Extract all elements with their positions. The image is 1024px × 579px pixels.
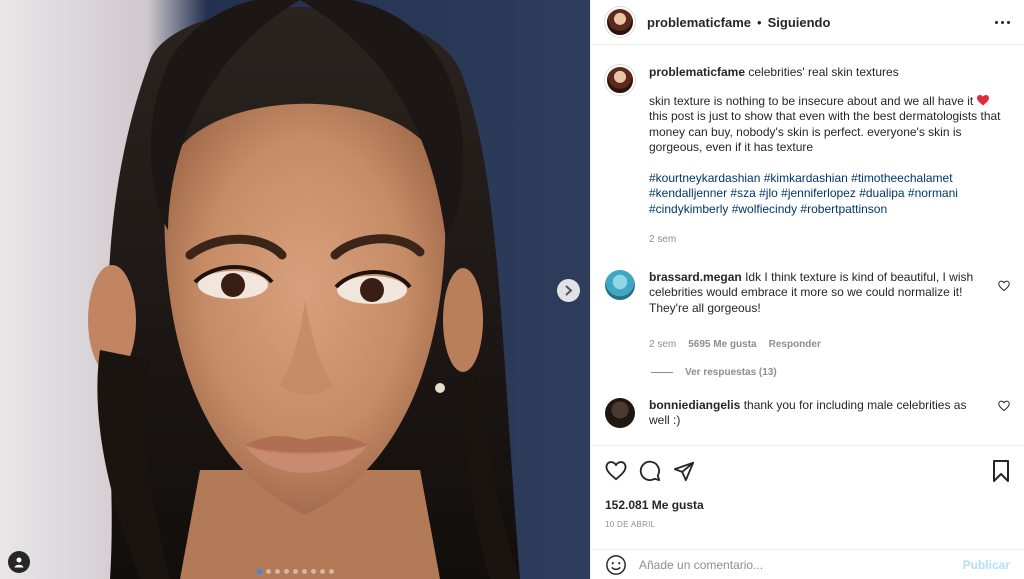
carousel-next-button[interactable] <box>557 279 580 302</box>
hashtag-link[interactable]: #cindykimberly <box>649 202 728 216</box>
caption-time[interactable]: 2 sem <box>649 232 676 248</box>
caption-title: celebrities' real skin textures <box>748 65 899 79</box>
more-options-icon[interactable] <box>995 20 1010 24</box>
carousel-dot <box>301 569 307 574</box>
hashtag-link[interactable]: #jlo <box>759 186 778 200</box>
comment-heart-icon[interactable] <box>998 280 1010 292</box>
carousel-dot <box>319 569 325 574</box>
comment-username[interactable]: bonniediangelis <box>649 398 740 412</box>
comment-body: bonniediangelis thank you for including … <box>649 398 990 429</box>
share-icon[interactable] <box>673 460 695 482</box>
comment-body: brassard.megan Idk I think texture is ki… <box>649 270 990 353</box>
comment-item: bonniediangelis thank you for including … <box>605 397 1010 429</box>
emoji-icon[interactable] <box>605 554 627 576</box>
caption: problematicfame celebrities' real skin t… <box>605 65 1010 248</box>
caption-line-1: skin texture is nothing to be insecure a… <box>649 93 974 108</box>
hashtag-link[interactable]: #jenniferlopez <box>781 186 856 200</box>
comment-likes[interactable]: 5695 Me gusta <box>688 337 756 353</box>
comment-input[interactable]: Añade un comentario... <box>639 558 963 572</box>
comment-meta: 2 sem 5695 Me gusta Responder <box>649 337 990 353</box>
carousel-dot <box>310 569 316 574</box>
comment-heart-icon[interactable] <box>998 400 1010 412</box>
hashtag-link[interactable]: #dualipa <box>859 186 904 200</box>
comment-username[interactable]: brassard.megan <box>649 270 742 284</box>
instagram-post: problematicfame • Siguiendo problematicf… <box>0 0 1024 579</box>
caption-avatar[interactable] <box>605 65 635 95</box>
following-button[interactable]: Siguiendo <box>768 15 831 30</box>
carousel-indicator <box>0 569 590 574</box>
caption-text: skin texture is nothing to be insecure a… <box>649 94 1010 156</box>
post-photo <box>0 0 590 579</box>
comment-icon[interactable] <box>639 460 661 482</box>
hashtag-link[interactable]: #sza <box>730 186 755 200</box>
hashtag-link[interactable]: #timotheechalamet <box>851 171 952 185</box>
likes-count[interactable]: 152.081 Me gusta <box>605 498 1010 512</box>
hashtag-link[interactable]: #kimkardashian <box>764 171 848 185</box>
hashtag-link[interactable]: #kourtneykardashian <box>649 171 760 185</box>
caption-line-2: this post is just to show that even with… <box>649 109 1001 154</box>
header-separator: • <box>757 14 762 30</box>
hashtag-link[interactable]: #normani <box>908 186 958 200</box>
caption-username[interactable]: problematicfame <box>649 65 745 79</box>
comment-item: brassard.megan Idk I think texture is ki… <box>605 269 1010 353</box>
author-avatar[interactable] <box>605 7 635 37</box>
replies-divider <box>651 371 673 373</box>
comment-time[interactable]: 2 sem <box>649 337 676 353</box>
post-date: 10 DE ABRIL <box>605 520 656 529</box>
publish-button[interactable]: Publicar <box>963 558 1010 572</box>
post-side-panel: problematicfame • Siguiendo problematicf… <box>590 0 1024 579</box>
caption-meta: 2 sem <box>649 232 1010 248</box>
carousel-dot <box>256 569 262 574</box>
commenter-avatar[interactable] <box>605 269 635 300</box>
action-icons <box>605 458 1010 484</box>
carousel-dot <box>328 569 334 574</box>
commenter-avatar[interactable] <box>605 397 635 428</box>
author-username[interactable]: problematicfame <box>647 15 751 30</box>
caption-header: problematicfame celebrities' real skin t… <box>649 65 1010 81</box>
caption-hashtags: #kourtneykardashian #kimkardashian #timo… <box>649 171 1010 218</box>
hashtag-link[interactable]: #kendalljenner <box>649 186 727 200</box>
carousel-dot <box>274 569 280 574</box>
post-media[interactable] <box>0 0 590 579</box>
view-replies-label: Ver respuestas (13) <box>685 366 777 378</box>
post-header: problematicfame • Siguiendo <box>591 0 1024 45</box>
comments-section: problematicfame celebrities' real skin t… <box>591 45 1024 445</box>
next-arrow-icon <box>565 285 573 296</box>
caption-body: problematicfame celebrities' real skin t… <box>649 65 1010 248</box>
carousel-dot <box>292 569 298 574</box>
bookmark-icon[interactable] <box>992 460 1010 482</box>
red-heart-emoji-icon <box>976 94 989 105</box>
view-replies-button[interactable]: Ver respuestas (13) <box>651 367 1010 378</box>
hashtag-link[interactable]: #robertpattinson <box>800 202 887 216</box>
carousel-dot <box>265 569 271 574</box>
reply-button[interactable]: Responder <box>769 337 821 353</box>
hashtag-link[interactable]: #wolfiecindy <box>732 202 797 216</box>
carousel-dot <box>283 569 289 574</box>
user-tag-icon <box>14 557 24 568</box>
heart-icon[interactable] <box>605 461 627 481</box>
add-comment-bar: Añade un comentario... Publicar <box>591 549 1024 579</box>
